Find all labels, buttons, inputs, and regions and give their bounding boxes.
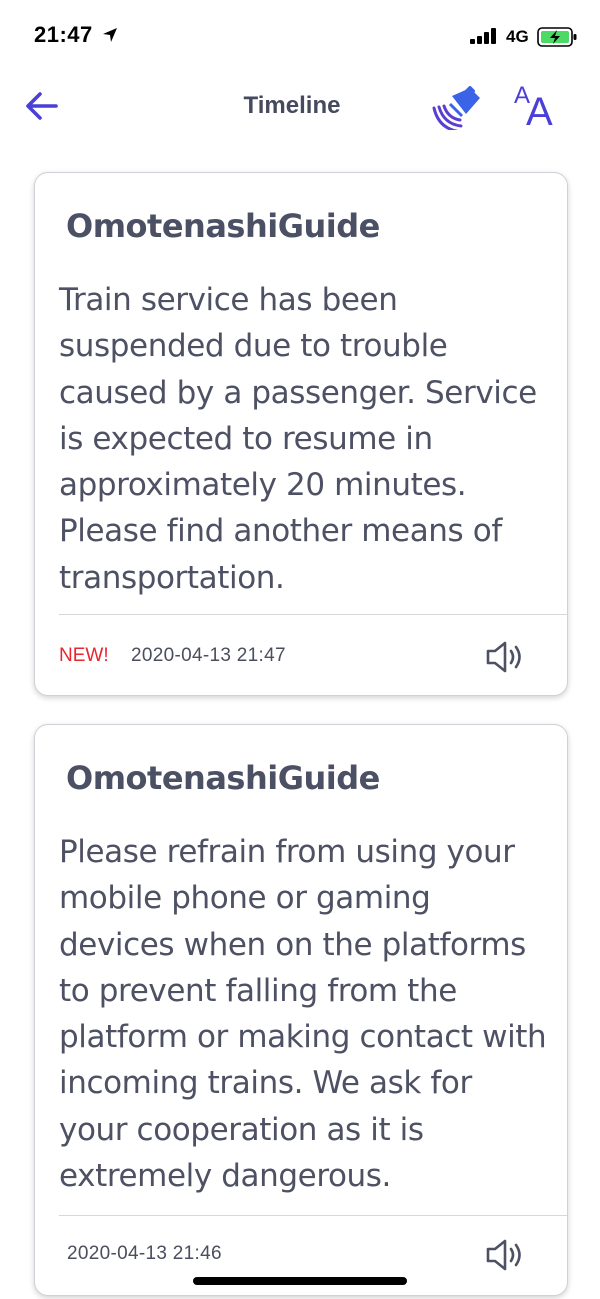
new-badge: NEW! bbox=[59, 645, 109, 666]
read-aloud-button[interactable] bbox=[485, 1237, 525, 1273]
speaker-icon bbox=[485, 1239, 525, 1277]
font-size-button[interactable]: A A bbox=[510, 82, 564, 134]
card-timestamp: 2020-04-13 21:46 bbox=[67, 1243, 222, 1264]
timeline-card: OmotenashiGuide Please refrain from usin… bbox=[34, 724, 568, 1296]
status-time: 21:47 bbox=[34, 22, 93, 47]
network-label: 4G bbox=[506, 27, 529, 46]
card-divider bbox=[59, 614, 567, 615]
signal-bars-icon bbox=[470, 28, 498, 49]
read-aloud-button[interactable] bbox=[485, 639, 525, 675]
voice-announcement-button[interactable] bbox=[432, 82, 484, 134]
speaker-icon bbox=[485, 641, 525, 679]
location-arrow-icon bbox=[102, 27, 118, 48]
voice-announcement-icon bbox=[432, 85, 484, 134]
card-footer: NEW! 2020-04-13 21:47 bbox=[59, 639, 567, 679]
card-message: Train service has been suspended due to … bbox=[59, 282, 537, 596]
timeline-card: OmotenashiGuide Train service has been s… bbox=[34, 172, 568, 696]
card-divider bbox=[59, 1215, 567, 1216]
battery-charging-icon bbox=[537, 27, 579, 52]
page-title: Timeline bbox=[243, 92, 341, 119]
font-size-large-letter: A bbox=[526, 90, 553, 134]
card-footer: 2020-04-13 21:46 bbox=[59, 1237, 567, 1277]
card-timestamp: 2020-04-13 21:47 bbox=[131, 645, 286, 666]
home-indicator[interactable] bbox=[193, 1277, 407, 1285]
status-bar: 21:47 4G bbox=[0, 0, 600, 70]
card-sender: OmotenashiGuide bbox=[66, 759, 380, 797]
card-message: Please refrain from using your mobile ph… bbox=[59, 834, 547, 1195]
card-sender: OmotenashiGuide bbox=[66, 207, 380, 245]
nav-bar: Timeline A A bbox=[0, 72, 600, 142]
